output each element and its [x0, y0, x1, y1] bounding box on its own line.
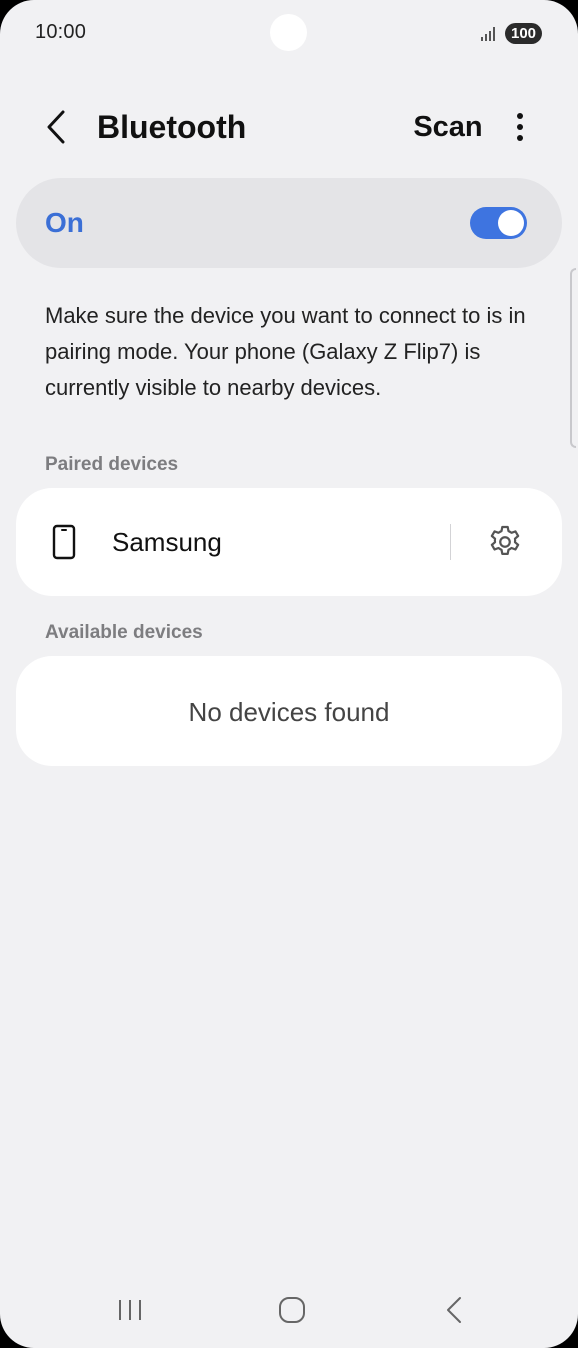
recents-icon [119, 1300, 141, 1320]
more-vertical-icon [517, 113, 523, 141]
no-devices-message: No devices found [188, 697, 390, 727]
pairing-description: Make sure the device you want to connect… [45, 303, 526, 400]
battery-level: 100 [510, 25, 537, 42]
home-button[interactable] [252, 1280, 332, 1340]
page-title: Bluetooth [97, 109, 247, 145]
scroll-indicator [570, 268, 576, 448]
toggle-label: On [45, 207, 84, 238]
chevron-left-icon [47, 110, 65, 144]
battery-icon: 100 [505, 23, 542, 44]
available-devices-card: No devices found [16, 656, 562, 766]
more-options-button[interactable] [500, 104, 540, 150]
phone-icon [52, 524, 76, 560]
paired-device-item[interactable]: Samsung [16, 488, 562, 596]
bluetooth-switch[interactable] [470, 207, 527, 239]
back-icon [447, 1297, 461, 1323]
scan-button[interactable]: Scan [400, 106, 496, 148]
paired-device-name: Samsung [112, 527, 222, 557]
camera-cutout [270, 14, 307, 51]
item-divider [450, 524, 451, 560]
device-settings-button[interactable] [484, 521, 526, 563]
back-button[interactable] [36, 106, 76, 148]
status-time: 10:00 [35, 21, 87, 43]
signal-icon [481, 27, 495, 41]
switch-knob [498, 210, 524, 236]
home-icon [279, 1297, 305, 1323]
bluetooth-toggle-row[interactable]: On [16, 178, 562, 268]
navigation-bar [0, 1280, 578, 1340]
status-bar: 10:00 100 [0, 0, 578, 66]
recents-button[interactable] [90, 1280, 170, 1340]
gear-icon [490, 525, 520, 555]
nav-back-button[interactable] [414, 1280, 494, 1340]
available-devices-header: Available devices [45, 622, 203, 643]
paired-devices-header: Paired devices [45, 454, 179, 475]
bluetooth-settings-screen: 10:00 100 Bluetooth Scan On Make sure th… [0, 0, 578, 1348]
